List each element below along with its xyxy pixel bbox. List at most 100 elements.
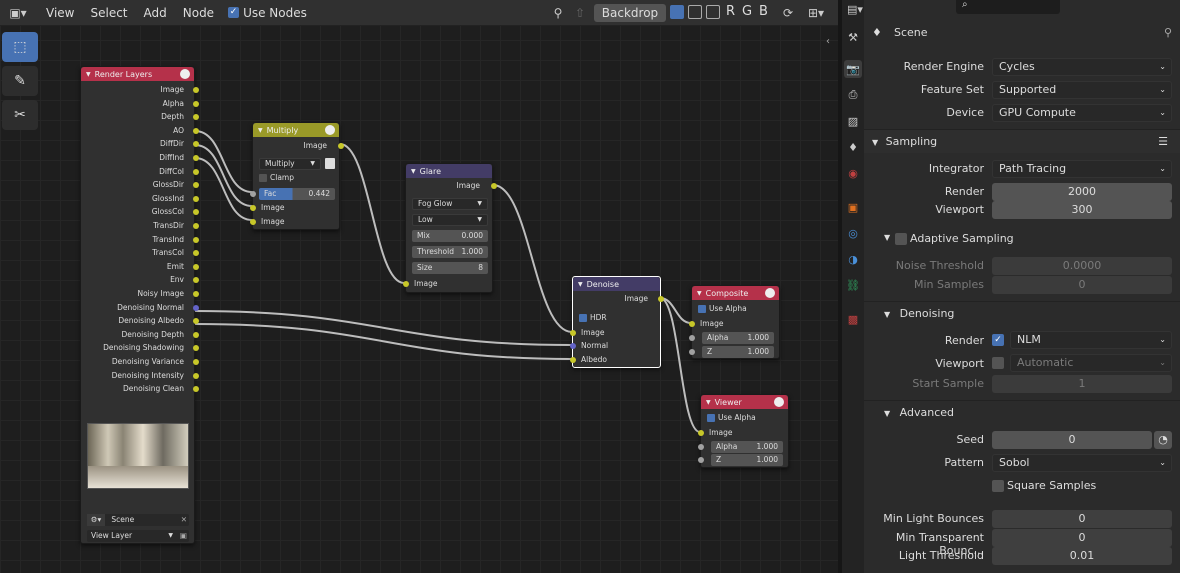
blend-type-dropdown[interactable]: Multiply ▼: [259, 158, 321, 170]
snap-icon[interactable]: ⟳: [780, 5, 796, 21]
annotate-tool-icon[interactable]: ✎: [2, 66, 38, 96]
adaptive-caret-icon[interactable]: ▼: [884, 233, 890, 242]
clamp-checkbox[interactable]: [259, 174, 267, 182]
use-alpha-checkbox[interactable]: [707, 414, 715, 422]
collapse-caret-icon[interactable]: ▼: [578, 281, 583, 288]
select-tool-icon[interactable]: ⬚: [2, 32, 38, 62]
input-image2-socket[interactable]: [250, 219, 256, 225]
min-samples-field[interactable]: 0: [992, 276, 1172, 294]
cut-links-tool-icon[interactable]: ✂: [2, 100, 38, 130]
menu-node[interactable]: Node: [175, 6, 222, 20]
adaptive-sampling-checkbox[interactable]: [895, 233, 907, 245]
view-layer-selector[interactable]: View Layer ▼ ▣: [87, 530, 189, 542]
output-image-socket[interactable]: [491, 183, 497, 189]
glare-type-dropdown[interactable]: Fog Glow ▼: [412, 198, 488, 210]
output-socket[interactable]: [193, 386, 199, 393]
output-socket[interactable]: [193, 372, 199, 379]
composite-node[interactable]: ▼ Composite Use Alpha Image Alpha 1.000 Z…: [689, 285, 780, 359]
denoise-render-checkbox[interactable]: ✓: [992, 334, 1004, 346]
sampling-panel-header[interactable]: ▼ Sampling ☰: [864, 129, 1180, 153]
menu-select[interactable]: Select: [82, 6, 135, 20]
input-albedo-socket[interactable]: [570, 357, 576, 363]
collapse-caret-icon[interactable]: ▼: [258, 127, 263, 134]
use-alpha-checkbox[interactable]: [698, 305, 706, 313]
input-z-socket[interactable]: [689, 349, 695, 355]
backdrop-rgb-icon[interactable]: [670, 5, 684, 19]
input-image1-socket[interactable]: [250, 205, 256, 211]
composite-header[interactable]: ▼ Composite: [692, 286, 779, 300]
glare-header[interactable]: ▼ Glare: [406, 164, 492, 178]
texture-tab-icon[interactable]: ▩: [844, 310, 862, 328]
output-socket[interactable]: [193, 263, 199, 270]
start-sample-field[interactable]: 1: [992, 375, 1172, 393]
glare-node[interactable]: ▼ Glare Image Fog Glow ▼ Low ▼ Mix 0.000 Th…: [403, 163, 497, 293]
noise-threshold-field[interactable]: 0.0000: [992, 257, 1172, 275]
editor-type-icon[interactable]: ▣▾: [6, 5, 30, 21]
alpha-toggle-icon[interactable]: [325, 158, 335, 169]
scene-clear-icon[interactable]: ✕: [181, 514, 187, 526]
output-socket[interactable]: [193, 114, 199, 121]
parent-node-icon[interactable]: ⇧: [572, 5, 588, 21]
tool-tab-icon[interactable]: ⚒: [844, 28, 862, 46]
output-socket[interactable]: [193, 291, 199, 297]
input-alpha-socket[interactable]: [689, 335, 695, 341]
seed-field[interactable]: 0: [992, 431, 1152, 449]
render-samples-field[interactable]: 2000: [992, 183, 1172, 201]
render-tab-icon[interactable]: 📷: [844, 60, 862, 78]
collapse-caret-icon[interactable]: ▼: [697, 290, 702, 297]
modifier-tab-icon[interactable]: ◎: [844, 224, 862, 242]
output-socket[interactable]: [193, 318, 199, 325]
constraints-tab-icon[interactable]: ⛓: [844, 276, 862, 294]
size-field[interactable]: Size 8: [412, 262, 488, 274]
render-engine-dropdown[interactable]: Cycles ⌄: [992, 58, 1172, 76]
output-socket[interactable]: [193, 304, 199, 311]
denoise-node[interactable]: ▼ Denoise Image HDR Image Normal Albedo: [570, 276, 664, 368]
output-socket[interactable]: [193, 223, 199, 229]
output-socket[interactable]: [193, 155, 199, 161]
alpha-field[interactable]: Alpha 1.000: [711, 441, 783, 453]
collapse-caret-icon[interactable]: ▼: [86, 71, 91, 78]
square-samples-checkbox[interactable]: [992, 480, 1004, 492]
viewer-node[interactable]: ▼ Viewer Use Alpha Image Alpha 1.000 Z 1.0…: [698, 394, 789, 468]
output-socket[interactable]: [193, 195, 199, 202]
output-socket[interactable]: [193, 236, 199, 243]
collapse-sidebar-icon[interactable]: ‹: [826, 36, 830, 47]
output-tab-icon[interactable]: ⎙: [844, 86, 862, 104]
backdrop-image-icon[interactable]: [706, 5, 720, 19]
physics-tab-icon[interactable]: ◑: [844, 250, 862, 268]
input-fac-socket[interactable]: [250, 191, 256, 197]
backdrop-alpha-icon[interactable]: [688, 5, 702, 19]
use-nodes-checkbox[interactable]: ✓: [228, 7, 240, 18]
output-socket[interactable]: [193, 87, 199, 93]
denoise-viewport-checkbox[interactable]: [992, 357, 1004, 369]
snap-options-icon[interactable]: ⊞▾: [802, 5, 830, 21]
denoising-panel-header[interactable]: ▼ Denoising: [864, 301, 1180, 325]
view-layer-tab-icon[interactable]: ▨: [844, 112, 862, 130]
channel-g[interactable]: G: [742, 4, 752, 19]
threshold-field[interactable]: Threshold 1.000: [412, 246, 488, 258]
output-image-socket[interactable]: [658, 296, 664, 302]
input-z-socket[interactable]: [698, 457, 704, 463]
search-input[interactable]: ⌕: [956, 0, 1060, 14]
denoise-header[interactable]: ▼ Denoise: [573, 277, 660, 291]
render-icon[interactable]: [774, 397, 784, 407]
menu-add[interactable]: Add: [136, 6, 175, 20]
clock-icon[interactable]: ◔: [1154, 431, 1172, 449]
output-socket[interactable]: [193, 277, 199, 284]
fac-field[interactable]: Fac 0.442: [259, 188, 335, 200]
output-socket[interactable]: [193, 168, 199, 175]
denoise-viewport-dropdown[interactable]: Automatic ⌄: [1010, 354, 1172, 372]
quality-dropdown[interactable]: Low ▼: [412, 214, 488, 226]
scene-tab-icon[interactable]: ♦: [844, 138, 862, 156]
device-dropdown[interactable]: GPU Compute ⌄: [992, 104, 1172, 122]
output-socket[interactable]: [193, 331, 199, 338]
pattern-dropdown[interactable]: Sobol ⌄: [992, 454, 1172, 472]
input-image-socket[interactable]: [403, 281, 409, 287]
preview-icon[interactable]: [325, 125, 335, 135]
output-image-socket[interactable]: [338, 143, 344, 149]
viewport-samples-field[interactable]: 300: [992, 201, 1172, 219]
input-image-socket[interactable]: [689, 321, 695, 327]
render-icon[interactable]: [765, 288, 775, 298]
collapse-caret-icon[interactable]: ▼: [706, 399, 711, 406]
mix-field[interactable]: Mix 0.000: [412, 230, 488, 242]
